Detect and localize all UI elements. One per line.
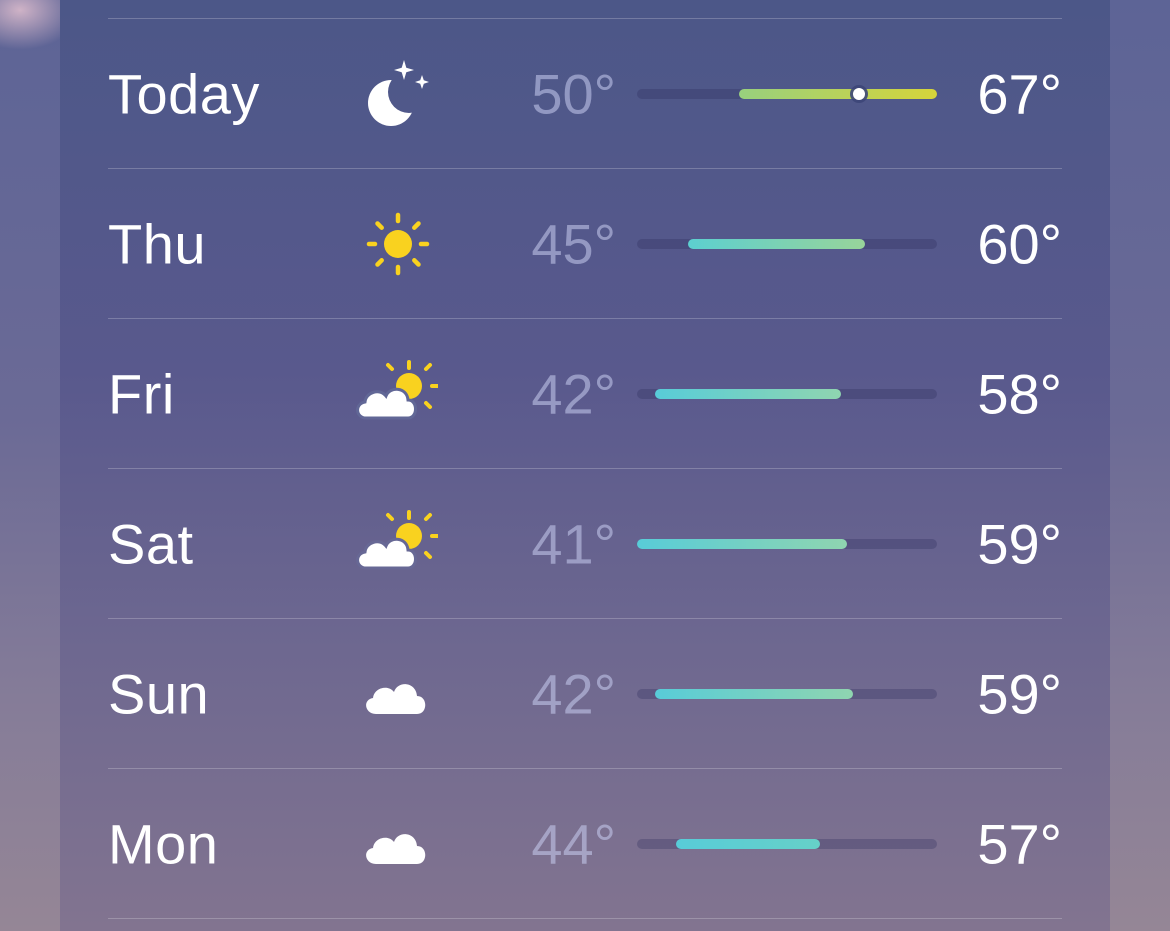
day-label: Sun	[108, 662, 210, 725]
day-label: Mon	[108, 812, 219, 875]
forecast-row-mon[interactable]: Mon 44° 57°	[108, 769, 1062, 919]
forecast-row-today[interactable]: Today 50° 67°	[108, 19, 1062, 169]
temperature-range-bar	[637, 688, 937, 699]
partly-cloudy-icon	[352, 508, 438, 580]
low-temp: 42°	[531, 362, 616, 425]
high-temp: 59°	[977, 512, 1062, 575]
temperature-range-bar	[637, 538, 937, 549]
temperature-range-fill	[688, 238, 865, 249]
partly-cloudy-icon	[352, 358, 438, 430]
day-label: Thu	[108, 212, 206, 275]
temperature-range-fill	[637, 538, 847, 549]
sun-icon	[352, 208, 438, 280]
low-temp: 50°	[531, 62, 616, 125]
temperature-range-bar	[637, 388, 937, 399]
temperature-range-fill	[739, 88, 937, 99]
forecast-row-sat[interactable]: Sat 41° 59°	[108, 469, 1062, 619]
high-temp: 67°	[977, 62, 1062, 125]
cloud-icon	[352, 808, 438, 880]
low-temp: 44°	[531, 812, 616, 875]
temperature-range-fill	[655, 688, 853, 699]
low-temp: 45°	[531, 212, 616, 275]
high-temp: 57°	[977, 812, 1062, 875]
forecast-row-thu[interactable]: Thu 45° 60°	[108, 169, 1062, 319]
temperature-range-fill	[676, 838, 820, 849]
temperature-range-fill	[655, 388, 841, 399]
day-label: Fri	[108, 362, 175, 425]
day-label: Sat	[108, 512, 194, 575]
temperature-range-bar	[637, 238, 937, 249]
low-temp: 42°	[531, 662, 616, 725]
forecast-row-sun[interactable]: Sun 42° 59°	[108, 619, 1062, 769]
high-temp: 58°	[977, 362, 1062, 425]
high-temp: 59°	[977, 662, 1062, 725]
cloud-icon	[352, 658, 438, 730]
daily-forecast-list: Today 50° 67° Thu 45° 60° Fri 42° 58° Sa…	[108, 19, 1062, 919]
high-temp: 60°	[977, 212, 1062, 275]
forecast-row-fri[interactable]: Fri 42° 58°	[108, 319, 1062, 469]
low-temp: 41°	[531, 512, 616, 575]
temperature-range-bar	[637, 87, 937, 100]
temperature-range-bar	[637, 838, 937, 849]
moon-stars-icon	[352, 58, 438, 130]
current-temp-marker	[853, 87, 865, 100]
day-label: Today	[108, 62, 260, 125]
